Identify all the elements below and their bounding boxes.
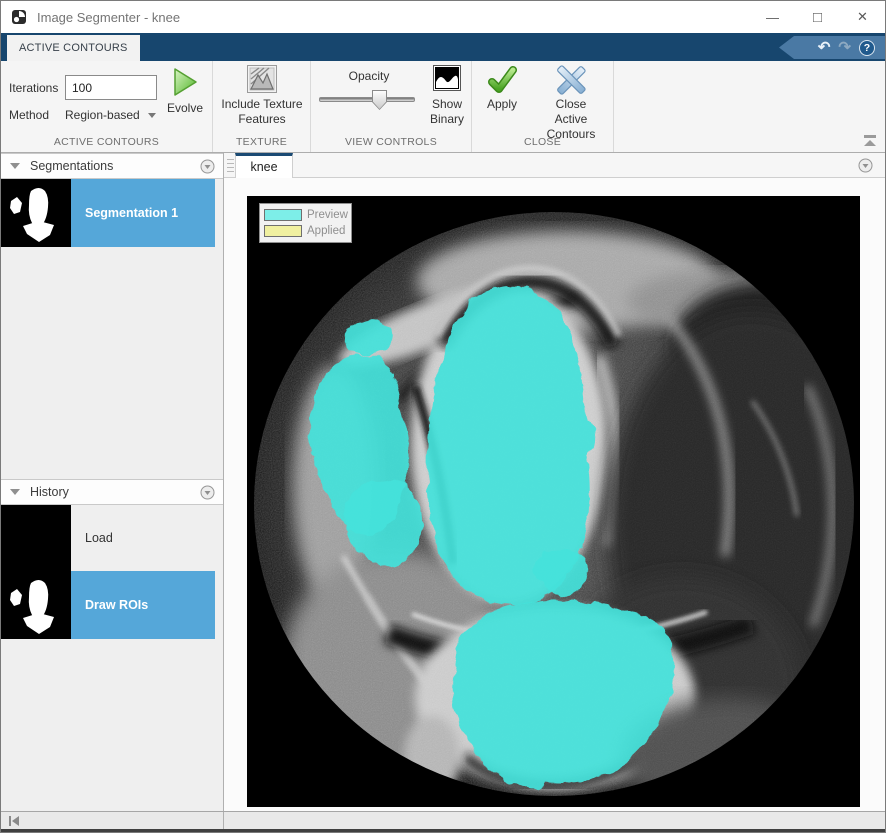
include-texture-features-button[interactable]: Include Texture Features bbox=[219, 65, 305, 127]
section-view-controls: VIEW CONTROLS bbox=[345, 136, 437, 148]
history-item-load[interactable]: Load bbox=[1, 505, 223, 571]
segmentation-thumbnail bbox=[1, 179, 71, 247]
method-label: Method bbox=[9, 108, 50, 122]
iterations-input[interactable] bbox=[65, 75, 157, 100]
history-title: History bbox=[30, 485, 69, 499]
status-bar bbox=[1, 811, 885, 829]
section-active-contours: ACTIVE CONTOURS bbox=[53, 136, 160, 148]
collapse-triangle-icon[interactable] bbox=[10, 489, 20, 495]
section-close: CLOSE bbox=[523, 136, 562, 148]
preview-label: Preview bbox=[307, 209, 348, 221]
opacity-label: Opacity bbox=[348, 69, 390, 83]
title-bar: Image Segmenter - knee — □ ✕ bbox=[1, 1, 885, 33]
collapse-ribbon-button[interactable] bbox=[863, 135, 877, 146]
opacity-slider-thumb[interactable] bbox=[372, 90, 387, 110]
chevron-down-icon bbox=[147, 112, 156, 118]
iterations-label: Iterations bbox=[9, 81, 59, 95]
segmentations-header[interactable]: Segmentations bbox=[1, 153, 223, 179]
left-panel: Segmentations Segmentation 1 History Loa… bbox=[1, 153, 224, 813]
figure-area: Preview Applied bbox=[224, 178, 885, 813]
method-value: Region-based bbox=[65, 108, 140, 122]
collapse-triangle-icon[interactable] bbox=[10, 163, 20, 169]
window-controls: — □ ✕ bbox=[750, 1, 885, 33]
evolve-button[interactable]: Evolve bbox=[161, 65, 209, 116]
texture-image-icon bbox=[247, 65, 277, 93]
panel-grip-handle[interactable] bbox=[226, 157, 235, 174]
group-close: Apply Close Active Contours CLOSE bbox=[472, 61, 614, 152]
knee-mri-image bbox=[247, 196, 860, 807]
history-header[interactable]: History bbox=[1, 479, 223, 505]
texture-label-line2: Features bbox=[238, 112, 286, 126]
close-label-line1: Close bbox=[555, 97, 587, 111]
ribbon-toolbar: Iterations Method Region-based Evolve AC… bbox=[1, 61, 885, 153]
legend-row-preview: Preview bbox=[264, 207, 348, 223]
show-binary-button[interactable]: Show Binary bbox=[425, 65, 469, 127]
group-active-contours: Iterations Method Region-based Evolve AC… bbox=[1, 61, 213, 152]
apply-label: Apply bbox=[486, 97, 518, 111]
mri-image-canvas[interactable]: Preview Applied bbox=[247, 196, 860, 807]
help-icon[interactable]: ? bbox=[859, 39, 875, 56]
load-item-label: Load bbox=[85, 531, 113, 545]
document-options-icon[interactable] bbox=[858, 158, 873, 173]
segmentation-item-label: Segmentation 1 bbox=[71, 179, 215, 247]
close-button[interactable]: ✕ bbox=[840, 1, 885, 33]
show-binary-label-line2: Binary bbox=[429, 112, 464, 126]
applied-label: Applied bbox=[307, 225, 346, 237]
group-texture: Include Texture Features TEXTURE bbox=[213, 61, 311, 152]
show-binary-label-line1: Show bbox=[431, 97, 463, 111]
method-dropdown[interactable]: Region-based bbox=[65, 105, 156, 125]
main-area: Segmentations Segmentation 1 History Loa… bbox=[1, 153, 885, 813]
check-icon bbox=[488, 66, 517, 93]
history-item-draw-rois[interactable]: Draw ROIs bbox=[1, 571, 215, 639]
applied-swatch bbox=[264, 225, 302, 237]
redo-icon[interactable]: ↷ bbox=[838, 40, 851, 55]
panel-options-icon[interactable] bbox=[200, 159, 215, 174]
draw-rois-item-label: Draw ROIs bbox=[71, 571, 215, 639]
play-icon bbox=[174, 68, 197, 96]
segmentation-item[interactable]: Segmentation 1 bbox=[1, 179, 215, 247]
tab-knee[interactable]: knee bbox=[235, 153, 293, 178]
overlay-legend: Preview Applied bbox=[259, 203, 352, 243]
panel-options-icon[interactable] bbox=[200, 485, 215, 500]
image-segmenter-window: Image Segmenter - knee — □ ✕ ACTIVE CONT… bbox=[0, 0, 886, 833]
load-thumbnail bbox=[1, 505, 71, 571]
window-bottom-edge bbox=[1, 829, 885, 832]
quick-access-toolbar: ↶ ↷ ? bbox=[779, 36, 885, 59]
document-panel: knee Preview Applied bbox=[224, 153, 885, 813]
close-active-contours-button[interactable]: Close Active Contours bbox=[530, 65, 612, 142]
texture-label-line1: Include Texture bbox=[221, 97, 303, 111]
window-title: Image Segmenter - knee bbox=[37, 9, 181, 25]
document-tabbar: knee bbox=[224, 153, 885, 178]
group-view-controls: Opacity Show Binary VIEW CONTROLS bbox=[311, 61, 472, 152]
collapse-panel-icon[interactable] bbox=[9, 815, 19, 826]
segmentations-title: Segmentations bbox=[30, 159, 114, 173]
ribbon-tabstrip: ACTIVE CONTOURS ↶ ↷ ? bbox=[1, 33, 885, 61]
status-bar-left bbox=[1, 812, 224, 829]
status-bar-right bbox=[224, 812, 885, 829]
preview-swatch bbox=[264, 209, 302, 221]
section-texture: TEXTURE bbox=[235, 136, 288, 148]
legend-row-applied: Applied bbox=[264, 223, 347, 239]
draw-rois-thumbnail bbox=[1, 571, 71, 639]
binary-image-icon bbox=[433, 65, 461, 91]
apply-button[interactable]: Apply bbox=[476, 65, 528, 112]
close-x-icon bbox=[557, 65, 586, 95]
opacity-slider[interactable] bbox=[319, 90, 415, 110]
evolve-label: Evolve bbox=[166, 101, 204, 115]
tab-active-contours[interactable]: ACTIVE CONTOURS bbox=[7, 35, 140, 61]
minimize-button[interactable]: — bbox=[750, 1, 795, 33]
app-icon bbox=[12, 10, 26, 24]
maximize-button[interactable]: □ bbox=[795, 1, 840, 33]
undo-icon[interactable]: ↶ bbox=[818, 40, 831, 55]
